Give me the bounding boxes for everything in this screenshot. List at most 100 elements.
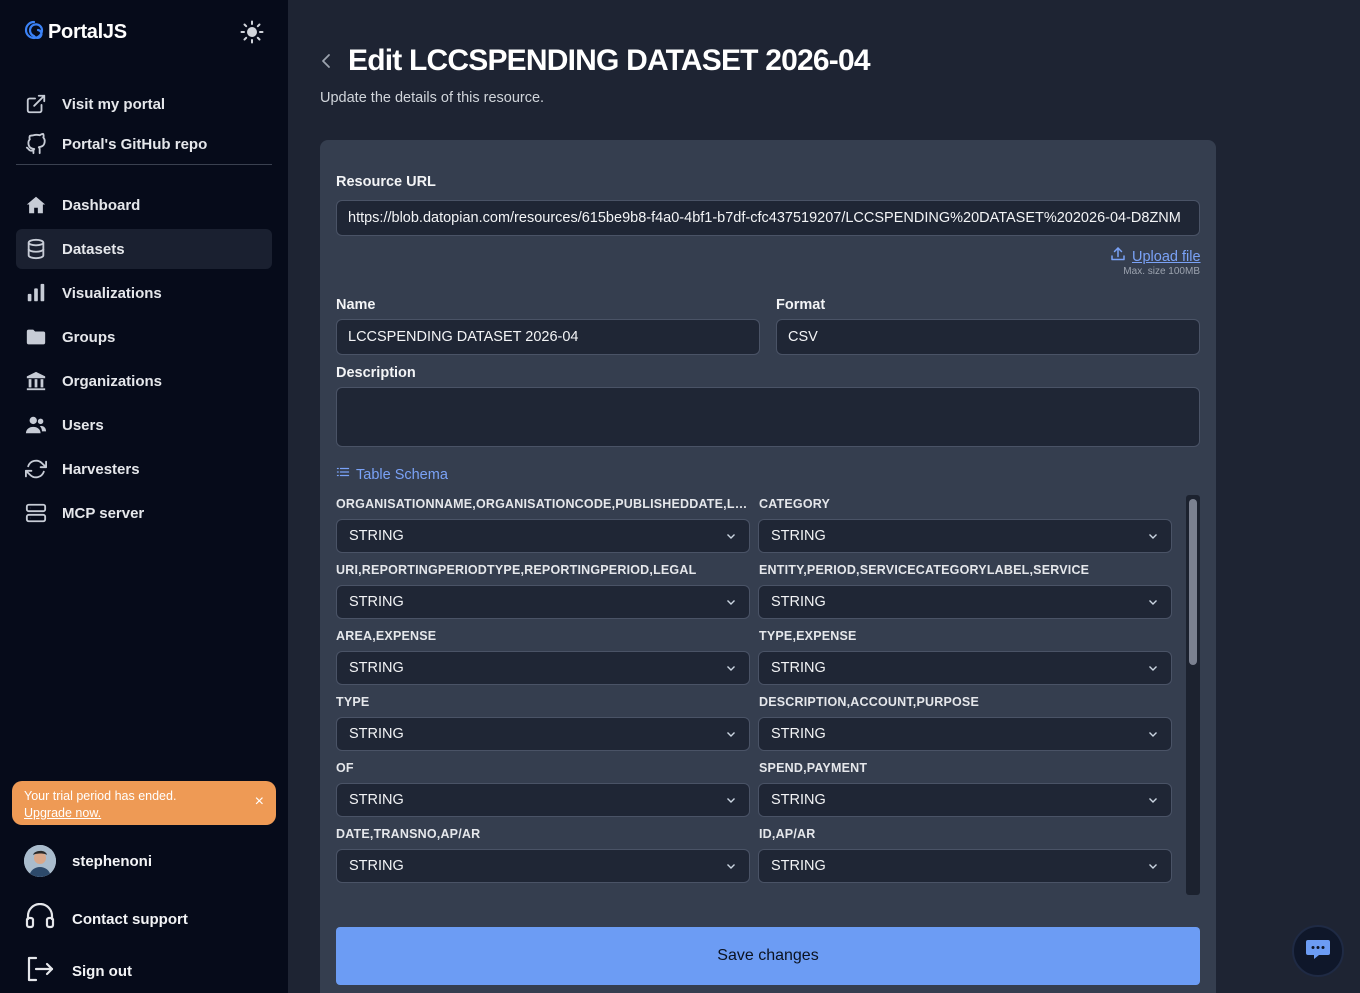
format-label: Format [776, 297, 826, 313]
avatar [24, 845, 56, 877]
select-value: STRING [771, 792, 826, 808]
scrollbar-thumb[interactable] [1189, 499, 1197, 665]
user-profile[interactable]: stephenoni [24, 845, 152, 877]
bar-chart-icon [24, 281, 48, 305]
description-label: Description [336, 365, 416, 381]
schema-type-select[interactable]: STRING [336, 849, 750, 883]
brand[interactable]: PortalJS [24, 20, 127, 45]
sidebar-item-label: Datasets [62, 240, 125, 258]
sidebar-item-mcp-server[interactable]: MCP server [16, 493, 272, 533]
schema-type-select[interactable]: STRING [758, 585, 1172, 619]
trial-message: Your trial period has ended. [24, 789, 177, 803]
trial-banner: Your trial period has ended. Upgrade now… [12, 781, 276, 825]
chevron-down-icon [1149, 666, 1157, 671]
chevron-down-icon [727, 600, 735, 605]
sidebar-item-label: Users [62, 416, 104, 434]
name-label: Name [336, 297, 376, 313]
sidebar-item-label: Organizations [62, 372, 163, 390]
chevron-down-icon [727, 534, 735, 539]
sidebar-item-visualizations[interactable]: Visualizations [16, 273, 272, 313]
select-value: STRING [349, 858, 404, 874]
chevron-down-icon [1149, 600, 1157, 605]
schema-field-name: TYPE [336, 695, 370, 709]
select-value: STRING [349, 726, 404, 742]
table-schema-toggle[interactable]: Table Schema [336, 465, 448, 484]
schema-type-select[interactable]: STRING [758, 717, 1172, 751]
format-input[interactable]: CSV [776, 319, 1200, 355]
sidebar-item-label: MCP server [62, 504, 145, 522]
schema-field-name: ID,AP/AR [759, 827, 816, 841]
schema-field-name: OF [336, 761, 354, 775]
sidebar-item-datasets[interactable]: Datasets [16, 229, 272, 269]
refresh-icon [24, 457, 48, 481]
description-textarea[interactable] [336, 387, 1200, 447]
schema-fields-list: ORGANISATIONNAME,ORGANISATIONCODE,PUBLIS… [336, 495, 1200, 895]
headset-icon [24, 902, 56, 936]
upload-file-label: Upload file [1132, 248, 1201, 265]
schema-type-select[interactable]: STRING [336, 717, 750, 751]
upload-file-link[interactable]: Upload file [1110, 246, 1201, 267]
schema-type-select[interactable]: STRING [336, 651, 750, 685]
chevron-left-icon[interactable] [320, 45, 336, 77]
schema-type-select[interactable]: STRING [758, 651, 1172, 685]
external-link-icon [24, 92, 48, 116]
github-icon [24, 132, 48, 156]
schema-type-select[interactable]: STRING [758, 519, 1172, 553]
sidebar-item-organizations[interactable]: Organizations [16, 361, 272, 401]
theme-toggle-sun-icon[interactable] [240, 20, 264, 44]
sidebar-item-users[interactable]: Users [16, 405, 272, 445]
server-icon [24, 501, 48, 525]
schema-type-select[interactable]: STRING [758, 849, 1172, 883]
chevron-down-icon [727, 798, 735, 803]
schema-scrollbar[interactable] [1186, 495, 1200, 895]
chevron-down-icon [1149, 732, 1157, 737]
sign-out-label: Sign out [72, 963, 132, 980]
select-value: STRING [771, 660, 826, 676]
resource-url-label: Resource URL [336, 174, 436, 190]
save-changes-button[interactable]: Save changes [336, 927, 1200, 985]
name-input[interactable]: LCCSPENDING DATASET 2026-04 [336, 319, 760, 355]
github-repo-link[interactable]: Portal's GitHub repo [16, 124, 272, 164]
schema-field-name: TYPE,EXPENSE [759, 629, 857, 643]
edit-resource-form: Resource URL https://blob.datopian.com/r… [320, 140, 1216, 993]
schema-type-select[interactable]: STRING [758, 783, 1172, 817]
select-value: STRING [349, 594, 404, 610]
select-value: STRING [349, 528, 404, 544]
schema-field-name: SPEND,PAYMENT [759, 761, 868, 775]
select-value: STRING [771, 594, 826, 610]
page-title: Edit LCCSPENDING DATASET 2026-04 [348, 44, 871, 77]
chevron-down-icon [1149, 534, 1157, 539]
select-value: STRING [771, 726, 826, 742]
visit-portal-label: Visit my portal [62, 95, 166, 113]
upgrade-link[interactable]: Upgrade now. [24, 806, 101, 820]
schema-type-select[interactable]: STRING [336, 585, 750, 619]
table-schema-label: Table Schema [356, 466, 448, 483]
database-icon [24, 237, 48, 261]
visit-portal-link[interactable]: Visit my portal [16, 84, 272, 124]
contact-support-label: Contact support [72, 911, 188, 928]
schema-field-name: DATE,TRANSNO,AP/AR [336, 827, 481, 841]
users-icon [24, 413, 48, 437]
schema-field-name: URI,REPORTINGPERIODTYPE,REPORTINGPERIOD,… [336, 563, 697, 577]
schema-type-select[interactable]: STRING [336, 519, 750, 553]
select-value: STRING [771, 528, 826, 544]
upload-icon [1110, 246, 1126, 267]
chat-support-button[interactable] [1292, 925, 1344, 977]
contact-support-link[interactable]: Contact support [24, 902, 188, 936]
schema-type-select[interactable]: STRING [336, 783, 750, 817]
sign-out-icon [24, 955, 56, 988]
schema-field-name: ENTITY,PERIOD,SERVICECATEGORYLABEL,SERVI… [759, 563, 1090, 577]
sidebar-item-dashboard[interactable]: Dashboard [16, 185, 272, 225]
chevron-down-icon [1149, 798, 1157, 803]
sidebar-item-harvesters[interactable]: Harvesters [16, 449, 272, 489]
sign-out-link[interactable]: Sign out [24, 955, 132, 988]
brand-name: PortalJS [48, 21, 127, 43]
resource-url-input[interactable]: https://blob.datopian.com/resources/615b… [336, 200, 1200, 236]
sidebar-item-label: Dashboard [62, 196, 141, 214]
github-repo-label: Portal's GitHub repo [62, 135, 208, 153]
select-value: STRING [771, 858, 826, 874]
close-icon[interactable]: × [255, 793, 264, 811]
sidebar-item-groups[interactable]: Groups [16, 317, 272, 357]
schema-field-name: DESCRIPTION,ACCOUNT,PURPOSE [759, 695, 980, 709]
chevron-down-icon [727, 864, 735, 869]
